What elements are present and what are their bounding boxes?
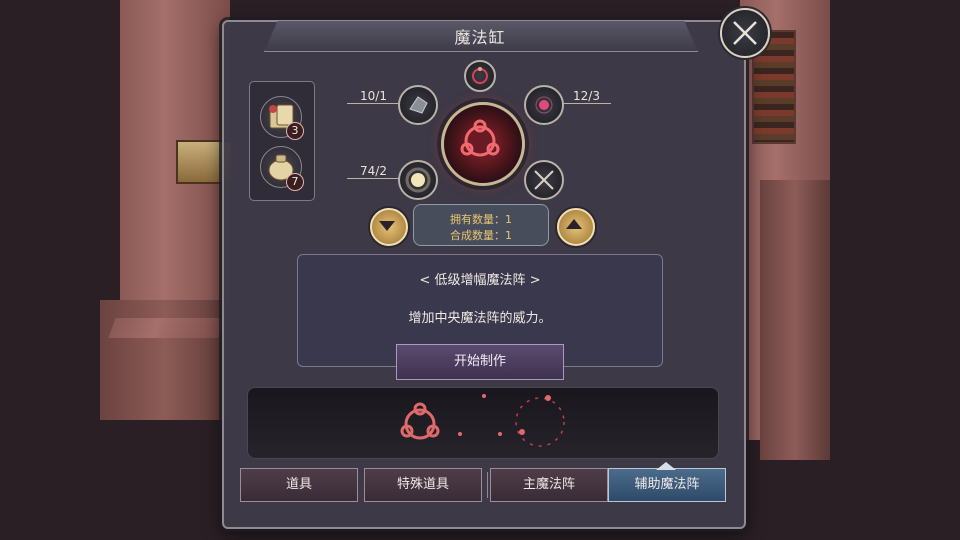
- small-circle-rune-icon: [472, 67, 488, 84]
- chevron-up-icon: [566, 219, 582, 229]
- ingredient-slot-empty[interactable]: [524, 160, 564, 200]
- game-scene: 魔法缸 3 7 10/1 12/3 74/2 拥有数量：1 合成数量：1 < 低…: [0, 0, 960, 540]
- craft-count: 合成数量：1: [450, 229, 512, 242]
- quantity-box: 拥有数量：1 合成数量：1: [413, 204, 549, 246]
- result-magic-circle[interactable]: [441, 102, 525, 186]
- tab-main-magic-circle[interactable]: 主魔法阵: [490, 468, 608, 502]
- active-tab-indicator-icon: [656, 462, 676, 470]
- owned-count: 拥有数量：1: [450, 213, 512, 226]
- tab-items[interactable]: 道具: [240, 468, 358, 502]
- ingredient-slot[interactable]: [398, 85, 438, 125]
- window-title: 魔法缸: [454, 28, 506, 47]
- ingredient-ratio: 10/1: [360, 89, 387, 103]
- tab-support-magic-circle[interactable]: 辅助魔法阵: [608, 468, 726, 502]
- material-count-badge: 3: [286, 122, 304, 140]
- close-button[interactable]: [720, 8, 770, 58]
- red-magic-circle-icon: [460, 119, 500, 157]
- tab-divider: [487, 472, 488, 498]
- chevron-down-icon: [379, 221, 395, 231]
- item-name: < 低级增幅魔法阵 >: [419, 273, 541, 288]
- preview-strip: [247, 387, 719, 459]
- tab-special-items[interactable]: 特殊道具: [364, 468, 482, 502]
- connector-line: [347, 103, 399, 104]
- item-description: 增加中央魔法阵的威力。: [408, 311, 552, 326]
- stone-shard-icon: [409, 96, 428, 114]
- decrease-button[interactable]: [370, 208, 408, 246]
- magic-circle-preview-image: [400, 394, 565, 447]
- empty-slot-x-icon: [534, 170, 554, 190]
- background-stairs: [108, 318, 226, 338]
- pink-gem-icon: [535, 96, 553, 114]
- connector-line: [561, 103, 611, 104]
- ingredient-ratio: 74/2: [360, 164, 387, 178]
- background-wall-right-low: [760, 180, 830, 460]
- ingredient-slot[interactable]: [524, 85, 564, 125]
- material-count-badge: 7: [286, 173, 304, 191]
- ingredient-slot[interactable]: [398, 160, 438, 200]
- increase-button[interactable]: [557, 208, 595, 246]
- start-crafting-button[interactable]: 开始制作: [396, 344, 564, 380]
- recipe-top-slot[interactable]: [464, 60, 496, 92]
- ingredient-ratio: 12/3: [573, 89, 600, 103]
- glowing-spark-icon: [405, 167, 431, 193]
- connector-line: [347, 178, 399, 179]
- close-x-icon: [733, 21, 757, 45]
